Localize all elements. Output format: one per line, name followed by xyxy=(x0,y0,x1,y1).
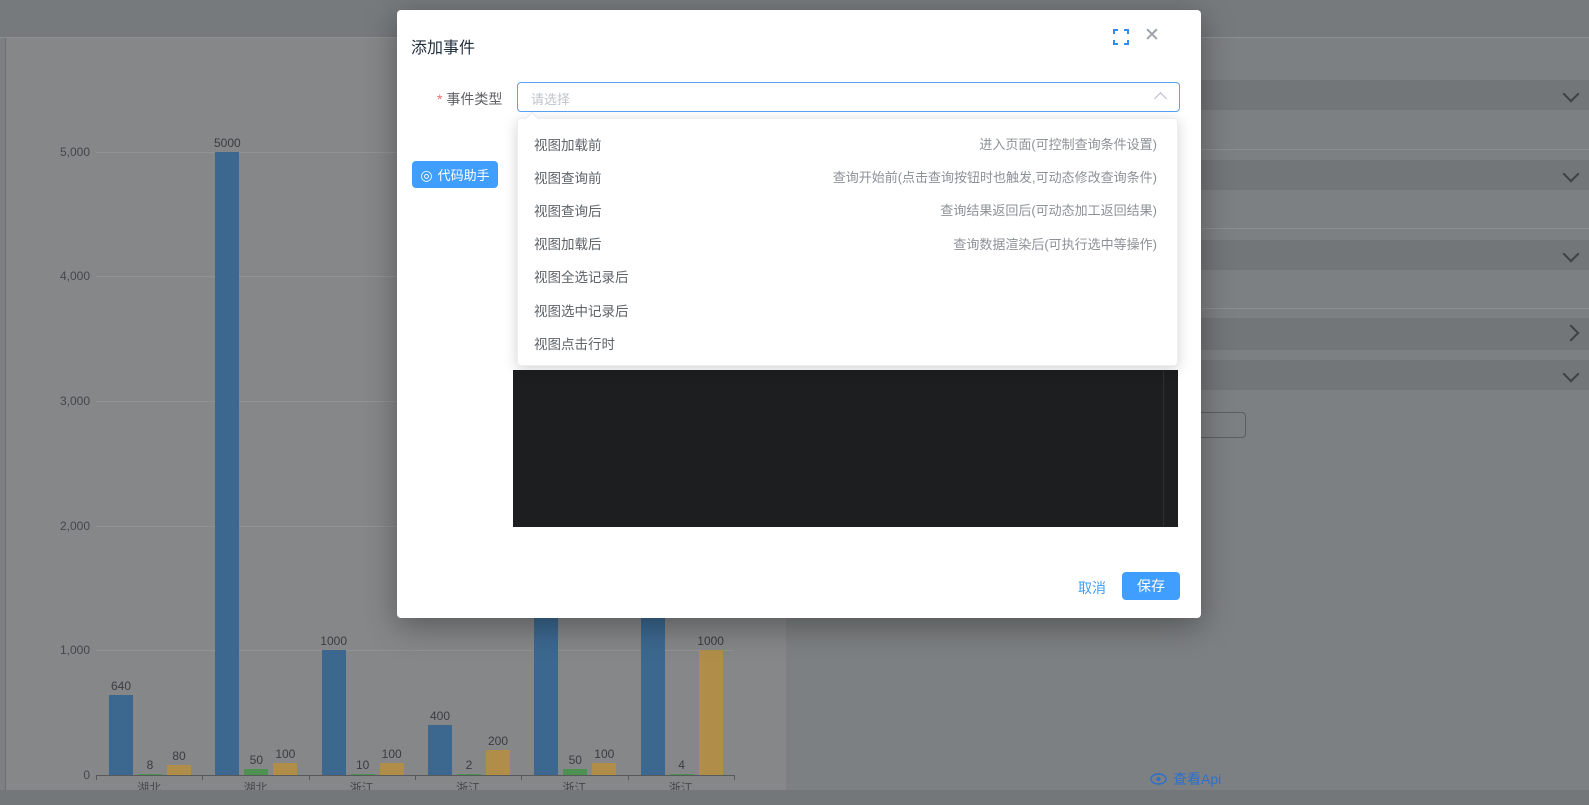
option-label: 视图选中记录后 xyxy=(534,300,629,320)
option-label: 视图查询前 xyxy=(534,167,602,187)
option-label: 视图加载前 xyxy=(534,134,602,154)
select-placeholder: 请选择 xyxy=(531,89,570,108)
x-axis-tick xyxy=(415,775,416,780)
cancel-button[interactable]: 取消 xyxy=(1068,575,1116,601)
bar-value-label: 100 xyxy=(370,747,414,761)
view-api-label: 查看Api xyxy=(1173,769,1221,789)
code-assistant-button[interactable]: ◎ 代码助手 xyxy=(412,161,498,188)
code-assistant-icon: ◎ xyxy=(420,168,432,182)
option-description: 进入页面(可控制查询条件设置) xyxy=(979,134,1157,153)
bar-value-label: 400 xyxy=(418,709,462,723)
x-axis-tick xyxy=(521,775,522,780)
chevron-up-icon xyxy=(1154,92,1167,105)
y-axis-tick-label: 5,000 xyxy=(30,145,90,159)
bar xyxy=(244,769,268,775)
bar-value-label: 1000 xyxy=(312,634,356,648)
code-assistant-label: 代码助手 xyxy=(438,165,490,184)
page: 01,0002,0003,0004,0005,000湖北湖北浙江浙江浙江浙江64… xyxy=(0,0,1589,805)
code-editor[interactable] xyxy=(513,370,1178,527)
dialog-title: 添加事件 xyxy=(411,34,475,58)
x-axis-tick xyxy=(96,775,97,780)
bar-value-label: 80 xyxy=(157,749,201,763)
bar xyxy=(486,750,510,775)
option-label: 视图加载后 xyxy=(534,233,602,253)
view-api-link: 查看Api xyxy=(1150,770,1221,788)
chevron-down-icon xyxy=(1563,86,1580,103)
option-label: 视图全选记录后 xyxy=(534,266,629,286)
bar-value-label: 200 xyxy=(476,734,520,748)
dropdown-option[interactable]: 视图加载后 查询数据渲染后(可执行选中等操作) xyxy=(518,227,1177,260)
bar xyxy=(457,774,481,775)
bar xyxy=(699,650,723,775)
chevron-right-icon xyxy=(1563,325,1580,342)
bar xyxy=(592,763,616,775)
dropdown-option[interactable]: 视图查询前 查询开始前(点击查询按钮时也触发,可动态修改查询条件) xyxy=(518,160,1177,193)
option-description: 查询开始前(点击查询按钮时也触发,可动态修改查询条件) xyxy=(833,167,1157,186)
chevron-down-icon xyxy=(1563,166,1580,183)
y-axis-tick-label: 4,000 xyxy=(30,269,90,283)
required-mark: * xyxy=(437,91,442,107)
option-description: 查询数据渲染后(可执行选中等操作) xyxy=(953,234,1157,253)
x-axis-tick xyxy=(309,775,310,780)
chevron-down-icon xyxy=(1563,246,1580,263)
close-icon[interactable]: ✕ xyxy=(1144,27,1160,45)
field-label: 事件类型 xyxy=(446,91,502,107)
bar xyxy=(138,774,162,775)
bar-value-label: 100 xyxy=(582,747,626,761)
fullscreen-icon[interactable] xyxy=(1113,29,1131,47)
bar xyxy=(351,774,375,775)
dropdown-option[interactable]: 视图全选记录后 xyxy=(518,260,1177,293)
option-label: 视图点击行时 xyxy=(534,333,615,353)
x-axis-tick xyxy=(202,775,203,780)
y-axis-tick-label: 0 xyxy=(30,768,90,782)
chevron-down-icon xyxy=(1563,366,1580,383)
x-axis-tick xyxy=(734,775,735,780)
dropdown-option[interactable]: 视图选中记录后 xyxy=(518,293,1177,326)
bar xyxy=(670,774,694,775)
bar-value-label: 1000 xyxy=(689,634,733,648)
gridline xyxy=(96,650,734,651)
field-label-wrap: * 事件类型 xyxy=(437,89,502,109)
option-label: 视图查询后 xyxy=(534,200,602,220)
bar xyxy=(563,769,587,775)
bar xyxy=(215,152,239,775)
bar xyxy=(167,765,191,775)
bar-value-label: 640 xyxy=(99,679,143,693)
y-axis-tick-label: 2,000 xyxy=(30,519,90,533)
bar-value-label: 5000 xyxy=(205,136,249,150)
eye-icon xyxy=(1150,773,1167,785)
save-button[interactable]: 保存 xyxy=(1122,572,1180,600)
bar xyxy=(380,763,404,775)
dropdown-option[interactable]: 视图加载前 进入页面(可控制查询条件设置) xyxy=(518,127,1177,160)
y-axis-tick-label: 3,000 xyxy=(30,394,90,408)
bar xyxy=(273,763,297,775)
bar-value-label: 100 xyxy=(263,747,307,761)
bar xyxy=(322,650,346,775)
event-type-dropdown: 视图加载前 进入页面(可控制查询条件设置) 视图查询前 查询开始前(点击查询按钮时也触… xyxy=(517,118,1178,366)
dropdown-option[interactable]: 视图查询后 查询结果返回后(可动态加工返回结果) xyxy=(518,193,1177,226)
dropdown-option[interactable]: 视图点击行时 xyxy=(518,326,1177,359)
bar-value-label: 2 xyxy=(447,758,491,772)
bottom-strip xyxy=(0,790,1589,805)
option-description: 查询结果返回后(可动态加工返回结果) xyxy=(940,200,1157,219)
editor-minimap-divider xyxy=(1163,370,1164,527)
y-axis-tick-label: 1,000 xyxy=(30,643,90,657)
x-axis-tick xyxy=(628,775,629,780)
event-type-select[interactable]: 请选择 xyxy=(517,82,1180,112)
bar-value-label: 4 xyxy=(660,758,704,772)
